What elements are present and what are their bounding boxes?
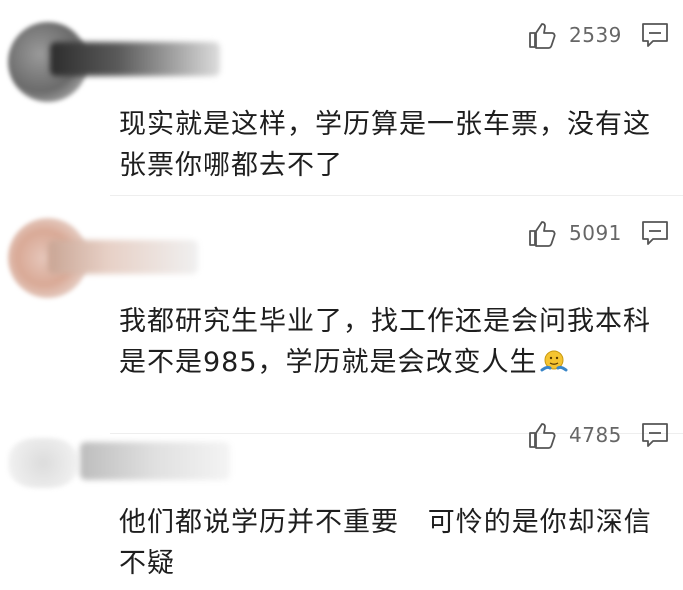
comment-icon[interactable] bbox=[641, 22, 669, 48]
comment-text: 他们都说学历并不重要 可怜的是你却深信不疑 bbox=[119, 507, 652, 579]
like-count: 5091 bbox=[569, 221, 622, 245]
comment-icon[interactable] bbox=[641, 422, 669, 448]
comment-item: 2539 现实就是这样，学历算是一张车票，没有这张票你哪都去不了 bbox=[0, 0, 683, 196]
username-blurred[interactable] bbox=[50, 42, 220, 76]
thumbs-up-icon[interactable] bbox=[527, 420, 557, 450]
thumbs-up-icon[interactable] bbox=[527, 218, 557, 248]
comment-item: 5091 我都研究生毕业了，找工作还是会问我本科是不是985，学历就是会改变人生 bbox=[0, 196, 683, 434]
username-blurred[interactable] bbox=[80, 442, 230, 480]
like-count: 4785 bbox=[569, 423, 622, 447]
comment-text: 我都研究生毕业了，找工作还是会问我本科是不是985，学历就是会改变人生 bbox=[119, 301, 657, 383]
comment-actions: 4785 bbox=[527, 420, 669, 450]
thumbs-up-icon[interactable] bbox=[527, 20, 557, 50]
comment-item: 4785 他们都说学历并不重要 可怜的是你却深信不疑 bbox=[0, 423, 683, 590]
comment-icon[interactable] bbox=[641, 220, 669, 246]
emoji-shrug-icon bbox=[540, 350, 568, 372]
comment-text: 现实就是这样，学历算是一张车票，没有这张票你哪都去不了 bbox=[119, 109, 651, 181]
comment-actions: 5091 bbox=[527, 218, 669, 248]
comment-text-body: 我都研究生毕业了，找工作还是会问我本科是不是985，学历就是会改变人生 bbox=[119, 306, 651, 378]
avatar[interactable] bbox=[8, 438, 78, 488]
username-blurred[interactable] bbox=[48, 240, 198, 274]
like-count: 2539 bbox=[569, 23, 622, 47]
comment-actions: 2539 bbox=[527, 20, 669, 50]
